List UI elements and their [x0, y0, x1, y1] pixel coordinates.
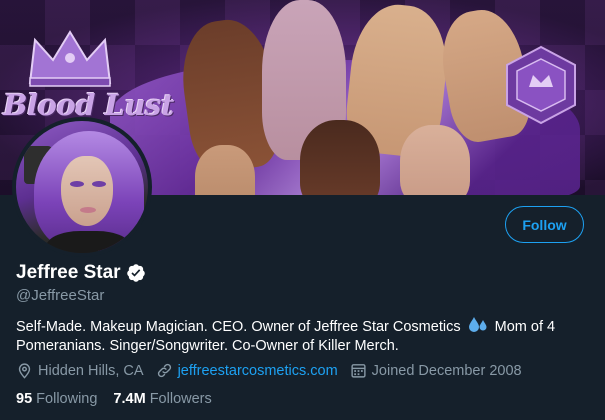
avatar-eye — [70, 181, 84, 187]
following-count: 95 — [16, 391, 33, 407]
banner-figure — [400, 125, 470, 195]
sweat-droplets-icon — [468, 317, 487, 332]
followers-stat[interactable]: 7.4M Followers — [113, 391, 211, 407]
avatar-lips — [80, 207, 96, 213]
profile-meta: Hidden Hills, CA jeffreestarcosmetics.co… — [16, 362, 534, 379]
banner-figure — [195, 145, 255, 195]
website-item: jeffreestarcosmetics.com — [156, 362, 338, 379]
following-stat[interactable]: 95 Following — [16, 391, 97, 407]
followers-label: Followers — [149, 391, 212, 407]
banner-figure — [300, 120, 380, 195]
calendar-icon — [351, 364, 366, 378]
follow-button[interactable]: Follow — [505, 206, 584, 243]
joined-item: Joined December 2008 — [350, 362, 522, 379]
avatar-eye — [92, 181, 106, 187]
avatar-face — [61, 156, 113, 226]
bio-text: Self-Made. Makeup Magician. CEO. Owner o… — [16, 319, 461, 335]
crown-logo-icon — [28, 30, 112, 87]
profile-avatar[interactable] — [12, 117, 152, 257]
avatar-collar — [46, 231, 131, 253]
hexagon-emblem-icon — [506, 45, 576, 125]
website-link[interactable]: jeffreestarcosmetics.com — [178, 363, 338, 379]
name-row: Jeffree Star — [16, 262, 146, 284]
location-item: Hidden Hills, CA — [16, 362, 144, 379]
profile-bio: Self-Made. Makeup Magician. CEO. Owner o… — [16, 316, 596, 356]
location-text: Hidden Hills, CA — [38, 362, 144, 379]
user-handle: @JeffreeStar — [16, 287, 105, 304]
display-name: Jeffree Star — [16, 262, 121, 283]
following-label: Following — [36, 391, 98, 407]
followers-count: 7.4M — [113, 391, 146, 407]
verified-badge-icon — [126, 264, 145, 282]
link-icon — [157, 363, 171, 378]
follow-stats: 95 Following 7.4M Followers — [16, 391, 228, 407]
joined-date: Joined December 2008 — [371, 362, 522, 379]
profile-header: Blood Lust Follow Jeffree Star @JeffreeS… — [0, 0, 605, 420]
location-pin-icon — [18, 363, 31, 379]
